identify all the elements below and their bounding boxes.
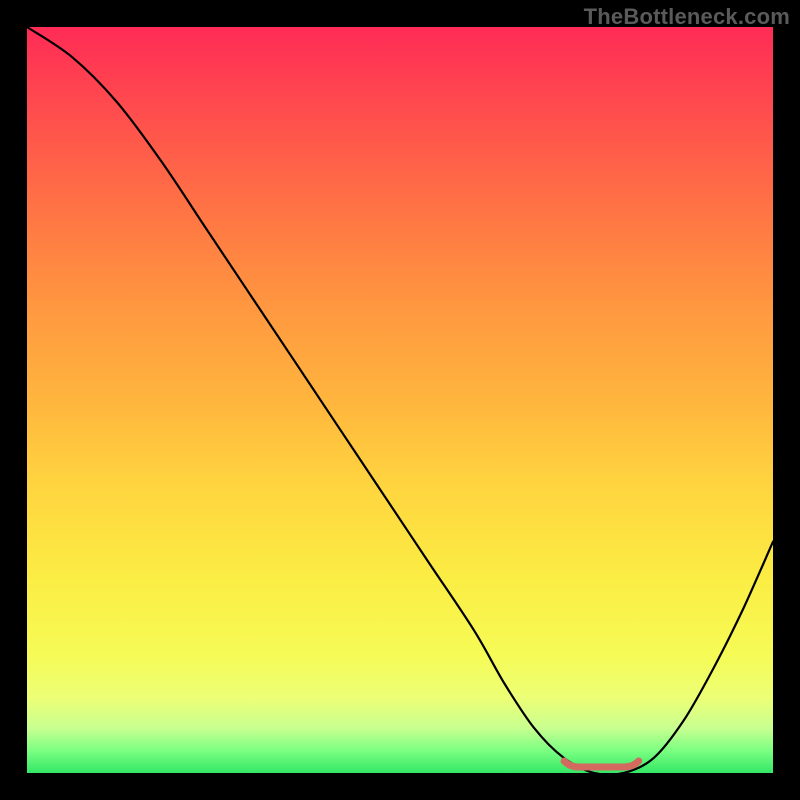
chart-stage: TheBottleneck.com [0,0,800,800]
curve-svg [27,27,773,773]
bottleneck-curve-path [27,27,773,775]
plot-area [27,27,773,773]
flat-region-highlight [564,761,639,767]
